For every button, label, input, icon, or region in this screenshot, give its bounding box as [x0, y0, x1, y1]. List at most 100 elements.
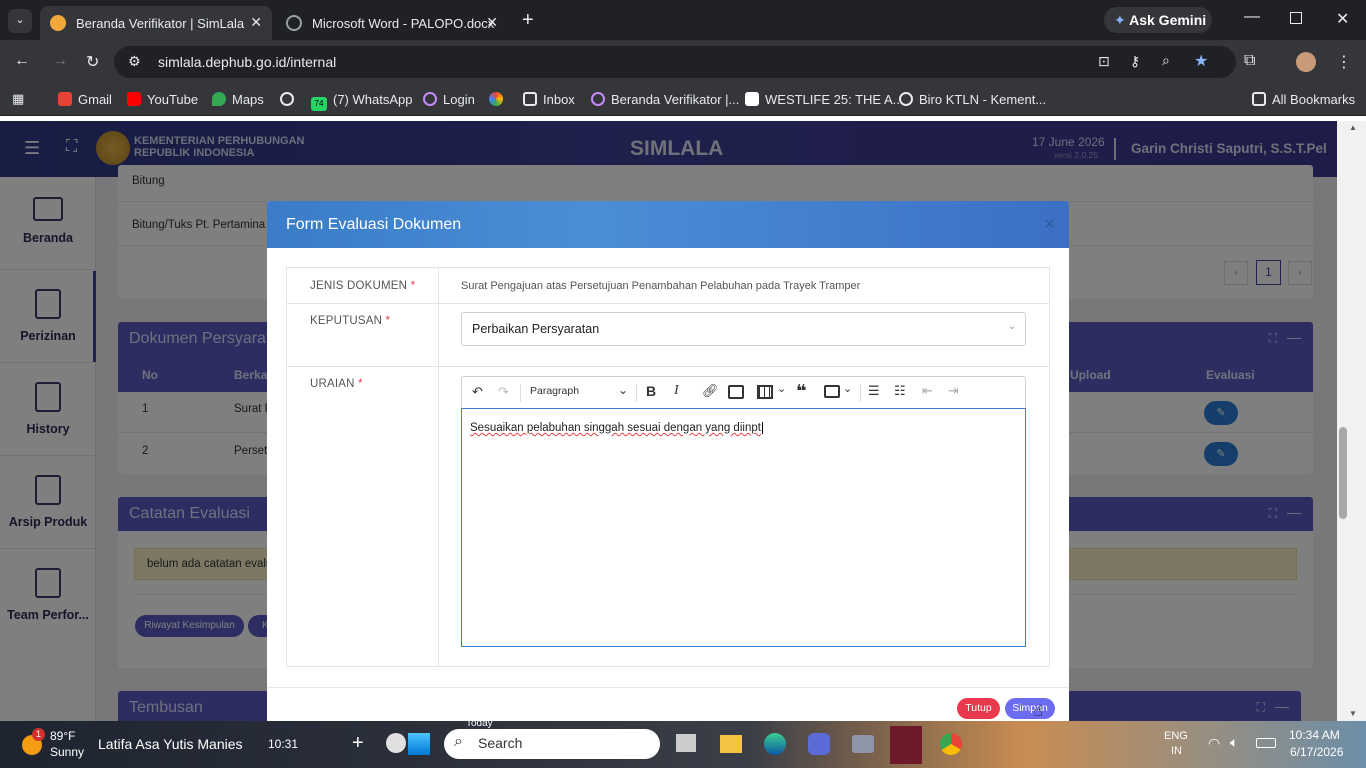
keputusan-select[interactable]: Perbaikan Persyaratan ⌄: [461, 312, 1026, 346]
address-bar[interactable]: ⚙ simlala.dephub.go.id/internal ⊡ ⚷ ⌕ ★: [114, 46, 1236, 78]
close-tab-icon[interactable]: ✕: [486, 14, 498, 31]
redo-icon[interactable]: ↷: [498, 384, 509, 400]
clock-time[interactable]: 10:34 AM: [1289, 728, 1340, 742]
tab-title: Microsoft Word - PALOPO.docx: [312, 15, 495, 31]
indent-icon[interactable]: ⇥: [948, 383, 959, 399]
dialog-header: Form Evaluasi Dokumen ×: [267, 201, 1069, 248]
tab-title: Beranda Verifikator | SimLala: [76, 15, 245, 31]
bookmark-maps[interactable]: Maps: [212, 92, 264, 107]
simpan-button[interactable]: Simpan: [1005, 698, 1055, 719]
folder-icon: [1252, 92, 1266, 106]
close-window-icon[interactable]: ✕: [1336, 9, 1349, 29]
edge-icon[interactable]: [764, 733, 786, 755]
browser-tab-strip: ⌄ Beranda Verifikator | SimLala ✕ Micros…: [0, 0, 1366, 40]
numbered-list-icon[interactable]: ☷: [894, 383, 906, 399]
tab-microsoft-word[interactable]: Microsoft Word - PALOPO.docx ✕: [276, 6, 508, 40]
tab-search-button[interactable]: ⌄: [8, 9, 32, 33]
letter-l-icon: [745, 92, 759, 106]
back-icon[interactable]: ←: [14, 52, 30, 70]
weather-condition: Sunny: [50, 745, 85, 759]
ask-gemini-label: Ask Gemini: [1129, 12, 1207, 28]
bookmark-label: WESTLIFE 25: THE A...: [765, 92, 904, 107]
task-view-icon[interactable]: [676, 734, 696, 752]
file-explorer-icon[interactable]: [720, 735, 742, 753]
volume-icon[interactable]: 🔈︎: [1230, 734, 1238, 751]
dialog-close-icon[interactable]: ×: [1044, 214, 1055, 235]
bold-icon[interactable]: B: [646, 383, 656, 399]
undo-icon[interactable]: ↶: [472, 384, 483, 400]
bookmark-star-icon[interactable]: ★: [1194, 51, 1208, 71]
scroll-down-icon[interactable]: ▼: [1349, 709, 1357, 718]
bookmark-westlife[interactable]: WESTLIFE 25: THE A...: [745, 92, 903, 107]
windows-start-icon[interactable]: [408, 733, 430, 755]
site-info-icon[interactable]: ⚙: [128, 53, 141, 70]
required-mark: *: [410, 280, 416, 292]
forward-icon[interactable]: →: [52, 52, 68, 70]
scroll-up-icon[interactable]: ▲: [1349, 123, 1357, 132]
bookmark-beranda-verifikator[interactable]: Beranda Verifikator |...: [591, 92, 739, 107]
photos-icon[interactable]: [808, 733, 830, 755]
chrome-icon[interactable]: [940, 733, 962, 755]
chevron-down-icon[interactable]: ⌄: [843, 382, 852, 395]
editor-text: Sesuaikan pelabuhan singgah sesuai denga…: [470, 422, 761, 434]
sticky-notes-icon[interactable]: [890, 726, 922, 764]
bookmark-youtube[interactable]: YouTube: [127, 92, 198, 107]
toolbar-separator: [860, 384, 861, 402]
camera-icon[interactable]: [852, 735, 874, 753]
bookmark-inbox[interactable]: Inbox: [523, 92, 575, 107]
selected-option: Perbaikan Persyaratan: [472, 322, 600, 336]
paragraph-format-dropdown[interactable]: Paragraph ⌄: [530, 383, 628, 397]
language-ime[interactable]: ENG: [1164, 730, 1188, 742]
link-icon[interactable]: 🔗︎: [702, 383, 719, 399]
media-time: 10:31: [268, 737, 299, 751]
chevron-down-icon[interactable]: ⌄: [777, 382, 786, 395]
bookmark-label: Biro KTLN - Kement...: [919, 92, 1047, 107]
restore-icon[interactable]: [1290, 12, 1302, 24]
insert-table-icon[interactable]: [757, 385, 773, 399]
menu-kebab-icon[interactable]: ⋮: [1336, 52, 1352, 72]
insert-image-icon[interactable]: [728, 385, 744, 399]
bookmark-pinwheel[interactable]: [489, 92, 509, 107]
page-scrollbar[interactable]: ▲ ▼: [1337, 121, 1366, 721]
media-title[interactable]: Latifa Asa Yutis Manies: [98, 736, 243, 752]
blockquote-icon[interactable]: ❝: [796, 381, 807, 402]
battery-icon[interactable]: [1256, 738, 1276, 748]
ask-gemini-button[interactable]: ✦ Ask Gemini: [1104, 7, 1212, 33]
clock-date[interactable]: 6/17/2026: [1290, 745, 1343, 759]
zoom-icon[interactable]: ⌕: [1162, 52, 1170, 69]
close-tab-icon[interactable]: ✕: [250, 14, 262, 31]
row-divider: [287, 366, 1049, 367]
install-app-icon[interactable]: ⊡: [1098, 53, 1110, 70]
language-code: ENG: [1164, 730, 1188, 742]
web-page: ☰ ⛶ KEMENTERIAN PERHUBUNGAN REPUBLIK IND…: [0, 121, 1337, 721]
tutup-button[interactable]: Tutup: [957, 698, 1000, 719]
format-label: Paragraph: [530, 385, 580, 397]
bookmark-biro-ktln[interactable]: Biro KTLN - Kement...: [899, 92, 1046, 107]
profile-avatar[interactable]: [1296, 52, 1316, 72]
copilot-icon[interactable]: [386, 733, 406, 753]
bookmark-gmail[interactable]: Gmail: [58, 92, 112, 107]
apps-grid-icon[interactable]: ▦: [12, 91, 24, 107]
minimize-icon[interactable]: —: [1244, 8, 1260, 26]
media-embed-icon[interactable]: [824, 385, 840, 398]
new-tab-icon[interactable]: +: [522, 9, 534, 32]
search-icon: ⌕: [454, 733, 463, 750]
gemini-icon: ✦: [1114, 12, 1126, 28]
extensions-icon[interactable]: ⧉: [1244, 52, 1255, 70]
wifi-icon[interactable]: ◠: [1208, 735, 1220, 752]
reload-icon[interactable]: ↻: [86, 52, 99, 72]
bookmark-login[interactable]: Login: [423, 92, 475, 107]
password-key-icon[interactable]: ⚷: [1130, 53, 1140, 70]
bookmark-whatsapp[interactable]: 74 (7) WhatsApp: [311, 92, 412, 111]
scrollbar-thumb[interactable]: [1339, 427, 1347, 519]
tab-beranda-verifikator[interactable]: Beranda Verifikator | SimLala ✕: [40, 6, 272, 40]
bulleted-list-icon[interactable]: ☰: [868, 383, 880, 399]
add-widget-icon[interactable]: +: [352, 732, 364, 755]
italic-icon[interactable]: I: [674, 383, 679, 399]
bookmark-globe[interactable]: [280, 92, 300, 107]
all-bookmarks[interactable]: All Bookmarks: [1252, 92, 1355, 107]
taskbar-search-box[interactable]: ⌕ Search: [444, 729, 660, 759]
uraian-editor[interactable]: Sesuaikan pelabuhan singgah sesuai denga…: [461, 408, 1026, 647]
outdent-icon[interactable]: ⇤: [922, 383, 933, 399]
globe-icon: [286, 15, 302, 31]
